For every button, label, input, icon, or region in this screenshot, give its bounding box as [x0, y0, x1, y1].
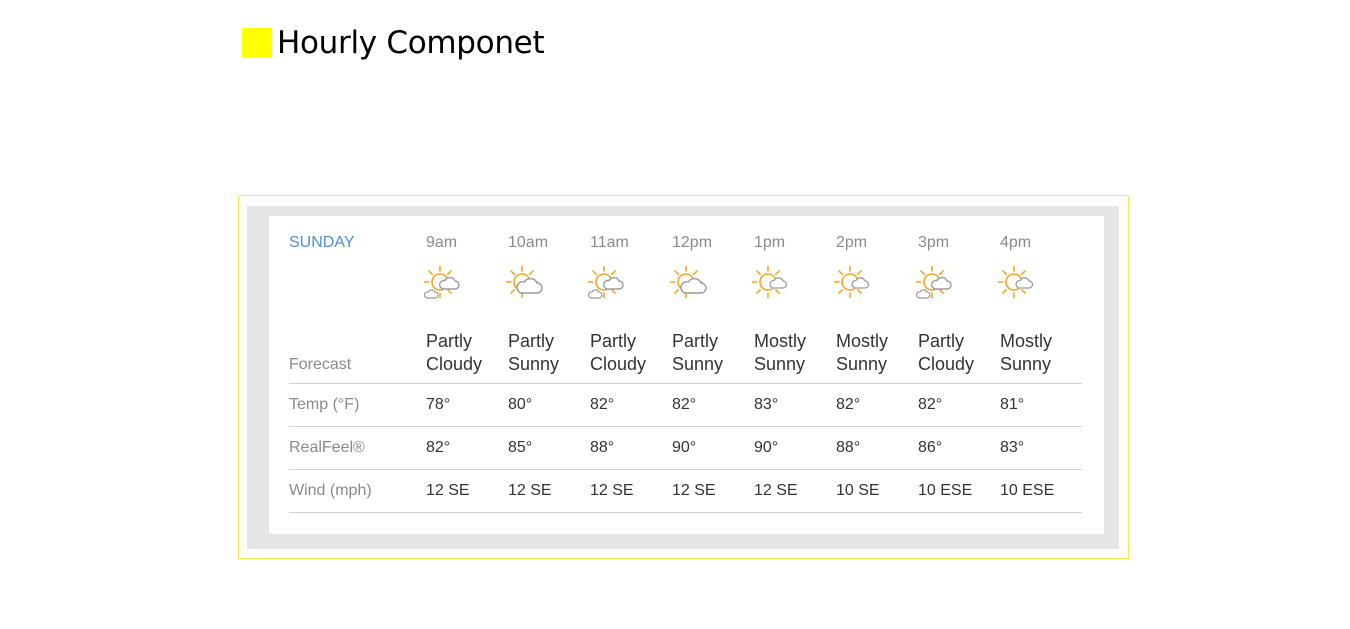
temp-label: Temp (°F) — [289, 396, 360, 413]
wind-value: 12 SE — [672, 482, 716, 499]
temp-value: 82° — [590, 396, 615, 413]
temp-value: 82° — [672, 396, 697, 413]
wind-value: 12 SE — [508, 482, 552, 499]
wind-row: Wind (mph) 12 SE 12 SE 12 SE 12 SE 12 SE 10 SE… — [289, 470, 1082, 513]
hourly-widget: SUNDAY 9am 10am 11am 12pm 1pm 2pm 3pm 4pm Forec… — [247, 206, 1119, 549]
realfeel-row: RealFeel® 82° 85° 88° 90° 90° 88° 86° 83° — [289, 427, 1082, 470]
realfeel-value: 88° — [836, 439, 861, 456]
hour-label: 10am — [508, 234, 549, 251]
wind-value: 12 SE — [754, 482, 798, 499]
realfeel-value: 90° — [672, 439, 697, 456]
forecast-condition: Partly Sunny — [672, 331, 724, 374]
forecast-row: Forecast Partly Cloudy Partly Sunny Partly… — [289, 304, 1082, 384]
component-frame: SUNDAY 9am 10am 11am 12pm 1pm 2pm 3pm 4pm Forec… — [238, 195, 1129, 559]
hour-label: 11am — [590, 234, 629, 251]
hourly-grid: SUNDAY 9am 10am 11am 12pm 1pm 2pm 3pm 4pm Forec… — [289, 232, 1082, 513]
realfeel-value: 88° — [590, 439, 615, 456]
temp-value: 83° — [754, 396, 779, 413]
wind-value: 12 SE — [426, 482, 470, 499]
hours-header-row: SUNDAY 9am 10am 11am 12pm 1pm 2pm 3pm 4pm — [289, 232, 1082, 262]
hour-label: 4pm — [1000, 234, 1032, 251]
wind-value: 12 SE — [590, 482, 634, 499]
forecast-condition: Partly Cloudy — [426, 331, 483, 374]
forecast-label: Forecast — [289, 356, 352, 373]
temp-value: 81° — [1000, 396, 1025, 413]
hour-label: 9am — [426, 234, 458, 251]
forecast-condition: Mostly Sunny — [836, 331, 889, 374]
mostly-sunny-icon — [997, 263, 1082, 303]
page-header: Hourly Componet — [242, 22, 545, 64]
realfeel-value: 83° — [1000, 439, 1025, 456]
partly-cloudy-icon — [915, 263, 1000, 303]
forecast-condition: Mostly Sunny — [1000, 331, 1053, 374]
page-title: Hourly Componet — [277, 25, 545, 61]
temp-value: 82° — [918, 396, 943, 413]
wind-value: 10 ESE — [1000, 482, 1055, 499]
wind-label: Wind (mph) — [289, 482, 372, 499]
wind-value: 10 SE — [836, 482, 880, 499]
hour-label: 3pm — [918, 234, 950, 251]
forecast-condition: Mostly Sunny — [754, 331, 807, 374]
temp-value: 80° — [508, 396, 533, 413]
partly-sunny-icon — [505, 263, 590, 303]
forecast-condition: Partly Sunny — [508, 331, 560, 374]
realfeel-value: 90° — [754, 439, 779, 456]
icons-row — [289, 262, 1082, 304]
mostly-sunny-icon — [833, 263, 918, 303]
forecast-condition: Partly Cloudy — [918, 331, 975, 374]
realfeel-value: 86° — [918, 439, 943, 456]
temp-value: 78° — [426, 396, 451, 413]
realfeel-label: RealFeel® — [289, 439, 365, 456]
hourly-card: SUNDAY 9am 10am 11am 12pm 1pm 2pm 3pm 4pm Forec… — [269, 216, 1104, 534]
partly-cloudy-icon — [423, 263, 508, 303]
header-color-swatch — [242, 28, 272, 58]
temp-value: 82° — [836, 396, 861, 413]
realfeel-value: 85° — [508, 439, 533, 456]
realfeel-value: 82° — [426, 439, 451, 456]
hour-label: 1pm — [754, 234, 786, 251]
day-label: SUNDAY — [289, 234, 355, 251]
wind-value: 10 ESE — [918, 482, 973, 499]
partly-sunny-icon — [669, 263, 754, 303]
hour-label: 2pm — [836, 234, 868, 251]
mostly-sunny-icon — [751, 263, 836, 303]
temp-row: Temp (°F) 78° 80° 82° 82° 83° 82° 82° 81° — [289, 384, 1082, 427]
partly-cloudy-icon — [587, 263, 672, 303]
hour-label: 12pm — [672, 234, 713, 251]
forecast-condition: Partly Cloudy — [590, 331, 647, 374]
